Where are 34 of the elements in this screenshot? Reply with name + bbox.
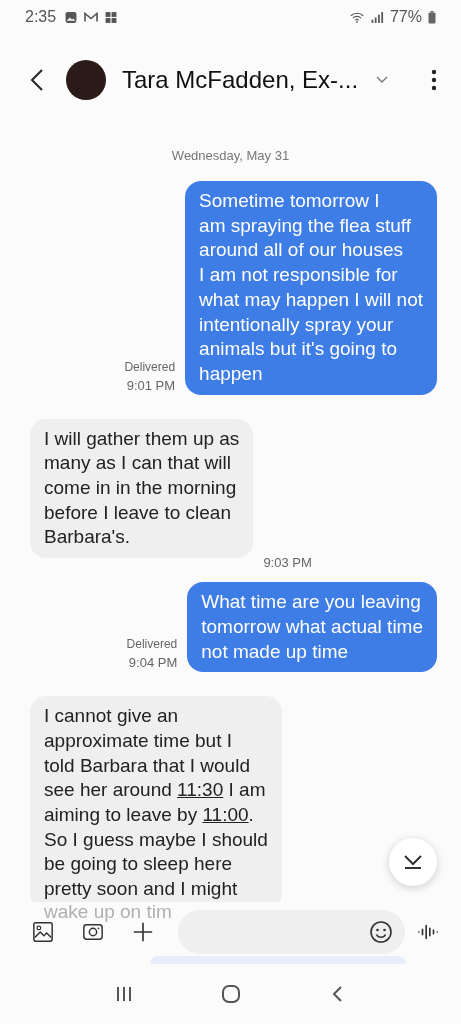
time-link[interactable]: 11:30 [177, 779, 224, 801]
delivery-status: Delivered [124, 359, 176, 374]
image-icon[interactable] [32, 921, 54, 943]
message-time: 9:03 PM [263, 555, 312, 571]
message-bubble[interactable]: Sometime tomorrow I am spraying the flea stuff around all of our houses I am not responsible for what may happen I will not intentionally spray your animals but it's going to happen [185, 181, 437, 395]
signal-icon [369, 10, 384, 24]
message-time: 9:01 PM [126, 377, 176, 393]
message-bubble[interactable]: I will gather them up as many as I can that will come in in the morning before I leave to clean Barbara's. [30, 418, 254, 559]
back-icon[interactable] [30, 68, 44, 92]
emoji-icon[interactable] [369, 920, 393, 944]
battery-percent: 77% [389, 8, 422, 26]
home-icon[interactable] [220, 984, 241, 1004]
time-link[interactable]: 11:00 [202, 804, 249, 826]
date-divider: Wednesday, May 31 [170, 148, 291, 163]
more-options-icon[interactable] [431, 69, 437, 91]
scroll-down-button[interactable] [389, 838, 437, 886]
battery-icon [428, 10, 436, 24]
mail-icon [84, 10, 99, 24]
faded-message-text: wake up on tim [44, 902, 172, 922]
conversation-title[interactable]: Tara McFadden, Ex-... [122, 66, 359, 94]
message-bubble[interactable]: I cannot give an approximate time but I told Barbara that I would see her around 11:30 I am aiming to leave by 11:00. So I guess maybe I should be going to sleep here pretty soon and I might [30, 696, 282, 902]
camera-icon[interactable] [82, 921, 104, 943]
message-bubble[interactable]: What time are you leaving tomorrow what actual time not made up time [187, 582, 437, 673]
delivery-status: Delivered [126, 637, 178, 652]
grid-icon [104, 10, 119, 24]
chevron-down-icon[interactable] [376, 76, 389, 84]
gallery-icon [64, 10, 79, 24]
status-time: 2:35 [25, 8, 57, 26]
message-input-field[interactable] [178, 910, 405, 954]
message-time: 9:04 PM [128, 655, 178, 671]
chevron-down-icon [403, 854, 423, 870]
add-icon[interactable] [132, 921, 154, 943]
wifi-icon [349, 10, 364, 24]
contact-avatar[interactable] [66, 60, 106, 100]
